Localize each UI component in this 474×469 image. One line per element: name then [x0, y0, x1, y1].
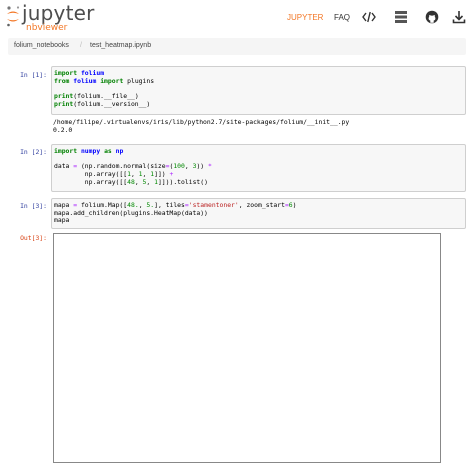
code-token: )	[146, 99, 151, 108]
code-token: *	[207, 162, 212, 171]
code-cell-input[interactable]: import numpy as np data = (np.random.nor…	[51, 144, 466, 192]
input-prompt: In [2]:	[20, 148, 47, 156]
code-token: numpy	[80, 147, 101, 155]
code-token: __version__	[104, 99, 147, 108]
server-icon[interactable]	[394, 10, 408, 24]
top-navbar: jupyter nbviewer JUPYTER FAQ	[0, 0, 474, 36]
nav-jupyter-link[interactable]: JUPYTER	[287, 13, 323, 22]
code-cell-input[interactable]: mapa = folium.Map([48., 5.], tiles='stam…	[51, 198, 466, 229]
code-block: import numpy as np data = (np.random.nor…	[52, 145, 465, 190]
code-token: ,	[184, 162, 193, 171]
nav-faq-link[interactable]: FAQ	[334, 13, 350, 22]
code-icon[interactable]	[362, 10, 376, 24]
input-prompt: In [3]:	[20, 202, 47, 210]
breadcrumb-item-notebook[interactable]: test_heatmap.ipynb	[90, 42, 151, 49]
cell-output: /home/filipe/.virtualenvs/iris/lib/pytho…	[53, 118, 350, 134]
code-block: import folium from folium import plugins…	[52, 67, 465, 112]
code-token: from	[54, 76, 70, 85]
code-token: np.array([[	[54, 177, 128, 186]
breadcrumb-separator: /	[80, 42, 82, 49]
map-output-frame[interactable]	[53, 233, 441, 463]
code-token: mapa	[54, 216, 70, 225]
code-token: ,	[134, 177, 143, 186]
output-line: /home/filipe/.virtualenvs/iris/lib/pytho…	[53, 118, 350, 126]
download-icon[interactable]	[452, 10, 466, 24]
code-token: print	[54, 99, 74, 108]
breadcrumb: folium_notebooks / test_heatmap.ipynb	[8, 38, 466, 55]
code-token: folium	[73, 76, 97, 85]
code-cell-input[interactable]: import folium from folium import plugins…	[51, 66, 466, 115]
output-line: 0.2.0	[53, 125, 73, 134]
logo-wordmark: jupyter	[22, 1, 95, 25]
code-token: ))	[196, 162, 208, 171]
code-block: mapa = folium.Map([48., 5.], tiles='stam…	[52, 199, 465, 228]
code-token: 48	[127, 177, 135, 186]
code-token: as	[104, 147, 112, 155]
code-token: import	[54, 147, 78, 155]
logo-subtitle: nbviewer	[26, 23, 68, 33]
output-prompt: Out[3]:	[20, 234, 47, 242]
code-token: ]])).tolist()	[157, 177, 208, 186]
code-token: , zoom_start	[238, 201, 285, 209]
code-token: )	[292, 201, 297, 209]
jupyter-nbviewer-logo[interactable]: jupyter nbviewer	[6, 1, 96, 33]
input-prompt: In [1]:	[20, 71, 47, 79]
jupyter-logo-icon	[7, 6, 20, 27]
code-token: ,	[146, 177, 155, 186]
code-token: np	[115, 147, 124, 155]
code-token: plugins	[123, 76, 155, 85]
code-token: 100	[173, 162, 185, 171]
code-token: mapa.add_children(plugins.HeatMap(data))	[54, 208, 208, 217]
code-token: (folium.	[73, 99, 105, 108]
github-icon[interactable]	[425, 10, 439, 24]
code-token: import	[100, 76, 124, 85]
breadcrumb-item-folium-notebooks[interactable]: folium_notebooks	[14, 42, 69, 49]
